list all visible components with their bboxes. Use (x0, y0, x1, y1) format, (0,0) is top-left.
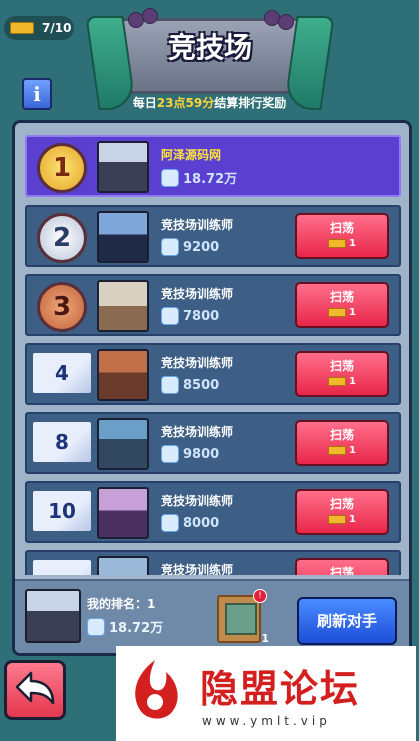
player-name: 竞技场训练师 (161, 356, 234, 370)
ticket-counter: 7/10 (4, 16, 74, 40)
fist-icon (161, 445, 179, 463)
sweep-button[interactable]: 扫荡 1 (295, 420, 389, 466)
ranking-panel: 1 阿泽源码网 18.72万 2 竞技场训练师 9200 扫荡 1 3 竞技场训… (12, 120, 412, 656)
back-button[interactable] (4, 660, 66, 720)
sweep-button[interactable]: 扫荡 1 (295, 489, 389, 535)
sweep-button[interactable]: 扫荡 1 (295, 351, 389, 397)
rank-number: 4 (33, 353, 91, 393)
refresh-opponents-button[interactable]: 刷新对手 (297, 597, 397, 645)
rank-number (33, 560, 91, 575)
my-rank-label: 我的排名：1 (87, 597, 156, 611)
ranking-row: 10 竞技场训练师 8000 扫荡 1 (25, 481, 401, 543)
power-value: 8500 (161, 376, 219, 394)
power-value: 9800 (161, 445, 219, 463)
my-power: 18.72万 (87, 617, 163, 636)
player-name: 竞技场训练师 (161, 287, 234, 301)
reward-item-icon (225, 603, 257, 635)
fist-icon (161, 238, 179, 256)
player-name: 竞技场训练师 (161, 425, 234, 439)
my-rank-footer: 我的排名：1 18.72万 1 ! 刷新对手 (15, 579, 409, 653)
ticket-icon (328, 377, 347, 386)
avatar (97, 280, 149, 332)
ranking-list[interactable]: 1 阿泽源码网 18.72万 2 竞技场训练师 9200 扫荡 1 3 竞技场训… (15, 123, 409, 575)
rank-medal-bronze: 3 (37, 282, 87, 332)
player-name: 竞技场训练师 (161, 218, 234, 232)
back-arrow-icon (15, 671, 55, 705)
watermark-url: www.ymlt.vip (202, 714, 331, 728)
rank-number: 8 (33, 422, 91, 462)
sweep-button[interactable]: 扫荡 1 (295, 282, 389, 328)
avatar (97, 556, 149, 575)
reward-qty: 1 (261, 632, 269, 645)
ticket-count: 7/10 (42, 21, 72, 35)
watermark-title: 隐盟论坛 (200, 667, 361, 711)
reward-chest[interactable]: 1 ! (217, 589, 269, 645)
ranking-row: 4 竞技场训练师 8500 扫荡 1 (25, 343, 401, 405)
fist-icon (161, 514, 179, 532)
player-name: 竞技场训练师 (161, 494, 234, 508)
ranking-row: 8 竞技场训练师 9800 扫荡 1 (25, 412, 401, 474)
watermark: 隐盟论坛 www.ymlt.vip (116, 646, 416, 741)
ticket-icon (10, 22, 34, 34)
avatar (97, 349, 149, 401)
ranking-row: 3 竞技场训练师 7800 扫荡 1 (25, 274, 401, 336)
watermark-logo-icon (135, 660, 178, 719)
fist-icon (87, 617, 105, 636)
ranking-row: 2 竞技场训练师 9200 扫荡 1 (25, 205, 401, 267)
page-title: 竞技场 (167, 31, 252, 64)
sweep-button[interactable]: 扫荡 1 (295, 213, 389, 259)
alert-icon: ! (253, 589, 267, 603)
ranking-row-partial: 竞技场训练师 扫荡 (25, 550, 401, 575)
ticket-icon (328, 239, 347, 248)
rank-medal-silver: 2 (37, 213, 87, 263)
avatar (97, 141, 149, 193)
avatar (97, 487, 149, 539)
settlement-notice: 每日23点59分结算排行奖励 (132, 96, 287, 110)
power-value: 7800 (161, 307, 219, 325)
rank-number: 10 (33, 491, 91, 531)
player-name: 竞技场训练师 (161, 563, 234, 575)
power-value: 18.72万 (161, 168, 237, 187)
ticket-icon (328, 446, 347, 455)
ticket-icon (328, 308, 347, 317)
power-value: 8000 (161, 514, 219, 532)
fist-icon (161, 376, 179, 394)
player-name: 阿泽源码网 (161, 148, 222, 162)
sweep-button[interactable]: 扫荡 (295, 558, 389, 575)
my-avatar (25, 589, 81, 643)
rank-medal-gold: 1 (37, 143, 87, 193)
ticket-icon (328, 515, 347, 524)
avatar (97, 418, 149, 470)
avatar (97, 211, 149, 263)
fist-icon (161, 168, 179, 187)
ranking-row-self: 1 阿泽源码网 18.72万 (25, 135, 401, 197)
fist-icon (161, 307, 179, 325)
power-value: 9200 (161, 238, 219, 256)
